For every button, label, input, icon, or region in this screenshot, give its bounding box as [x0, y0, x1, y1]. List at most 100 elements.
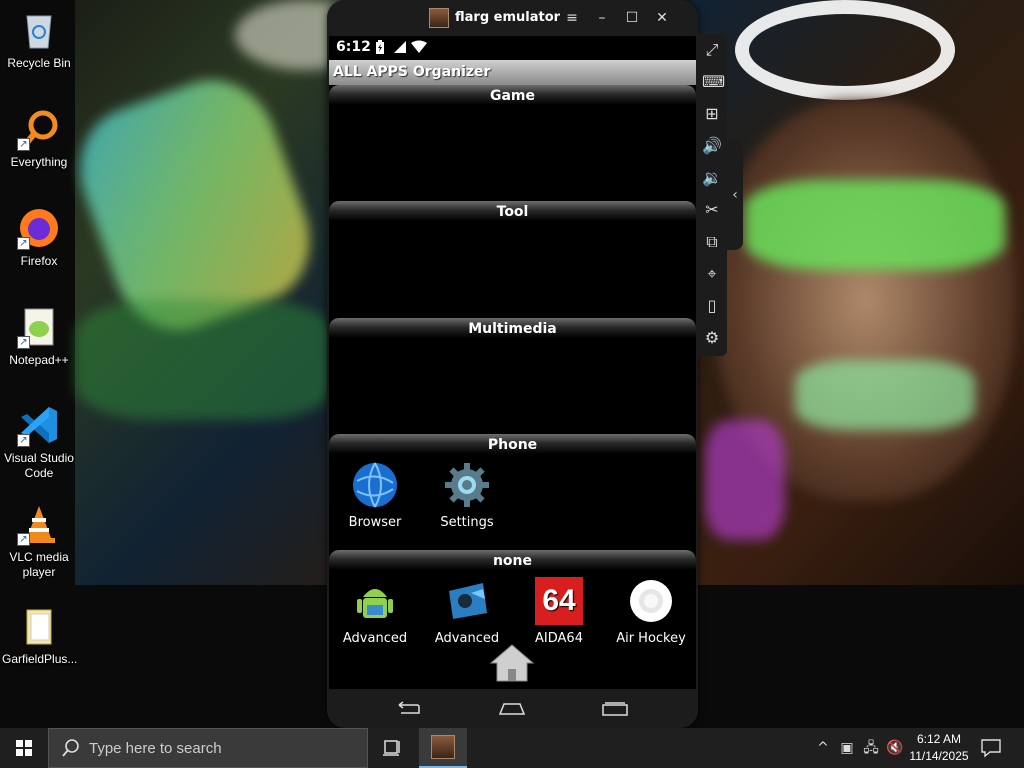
vscode-icon: ↗: [17, 403, 61, 447]
shortcut-arrow-icon: ↗: [17, 237, 30, 250]
desktop-icon-firefox[interactable]: ↗ Firefox: [2, 206, 76, 269]
app-label: Air Hockey: [616, 631, 686, 646]
windows-taskbar: Type here to search ^ ▣ 🖧 🔇 6:12 AM 11/1…: [0, 728, 1024, 768]
emulator-taskbar-icon: [431, 735, 455, 759]
taskbar-emulator-app[interactable]: [419, 728, 467, 768]
desktop-icon-everything[interactable]: ↗ Everything: [2, 107, 76, 170]
task-view-icon: [383, 740, 400, 756]
desktop-icon-label: Visual Studio Code: [4, 451, 74, 480]
cell-signal-icon: [393, 40, 407, 54]
desktop-icon-label: Notepad++: [9, 353, 69, 367]
aida64-icon: 64: [535, 577, 583, 625]
shortcut-arrow-icon: ↗: [17, 336, 30, 349]
category-game: Game: [329, 85, 696, 201]
taskbar-search-box[interactable]: Type here to search: [48, 728, 368, 768]
app-advanced-gamepad[interactable]: Advanced: [421, 577, 513, 646]
taskbar-clock[interactable]: 6:12 AM 11/14/2025: [902, 731, 976, 765]
desktop-icon-vscode[interactable]: ↗ Visual Studio Code: [2, 403, 76, 481]
android-status-bar: 6:12: [329, 36, 696, 60]
shortcut-arrow-icon: ↗: [17, 138, 30, 151]
fullscreen-icon[interactable]: ⤢: [702, 40, 722, 60]
gear-icon: [443, 461, 491, 509]
desktop-icon-label: Everything: [10, 155, 68, 169]
desktop-icon-label: VLC media player: [9, 550, 69, 579]
category-phone: Phone Browser Settings: [329, 434, 696, 550]
android-nav-bar: [327, 689, 698, 728]
app-aida64[interactable]: 64 AIDA64: [513, 577, 605, 646]
desktop-icon-vlc[interactable]: ↗ VLC media player: [2, 502, 76, 580]
puck-icon: [627, 577, 675, 625]
app-title: ALL APPS Organizer: [333, 64, 491, 80]
add-window-icon[interactable]: ⧉: [702, 232, 722, 252]
desktop-icon-recycle-bin[interactable]: Recycle Bin: [2, 8, 76, 71]
apk-install-icon[interactable]: ⊞: [702, 104, 722, 124]
category-multimedia: Multimedia: [329, 318, 696, 434]
app-air-hockey[interactable]: Air Hockey: [605, 577, 696, 646]
collapse-chevron-icon[interactable]: ‹: [727, 140, 743, 250]
home-nav-icon[interactable]: [498, 701, 526, 717]
app-label: Settings: [440, 515, 494, 530]
gamepad-icon: [443, 577, 491, 625]
desktop-icon-label: Recycle Bin: [7, 56, 71, 70]
vlc-cone-icon: ↗: [17, 502, 61, 546]
home-icon[interactable]: [489, 643, 535, 683]
wifi-icon: [411, 40, 427, 54]
app-title-bar: ALL APPS Organizer: [329, 60, 696, 85]
app-label: Browser: [348, 515, 402, 530]
app-label: Advanced: [342, 631, 408, 646]
notification-icon[interactable]: [980, 738, 1002, 758]
windows-logo-icon: [16, 740, 32, 756]
aida64-badge: 64: [542, 584, 576, 617]
back-icon[interactable]: [395, 701, 421, 717]
shortcut-arrow-icon: ↗: [17, 434, 30, 447]
category-header[interactable]: Phone: [329, 434, 696, 454]
category-header[interactable]: Multimedia: [329, 318, 696, 338]
app-settings[interactable]: Settings: [421, 461, 513, 530]
globe-icon: [351, 461, 399, 509]
status-time: 6:12: [336, 39, 371, 55]
category-header[interactable]: Tool: [329, 201, 696, 221]
category-header[interactable]: none: [329, 550, 696, 570]
search-icon: [61, 738, 81, 762]
network-icon[interactable]: 🖧: [862, 739, 880, 757]
desktop-icon-garfieldplus[interactable]: GarfieldPlus...: [2, 604, 77, 667]
emulator-window[interactable]: flarg emulator ≡ – ☐ ✕ 6:12 ALL APPS Org…: [327, 0, 698, 728]
volume-up-icon[interactable]: 🔊: [702, 136, 722, 156]
app-browser[interactable]: Browser: [329, 461, 421, 530]
settings-gear-icon[interactable]: ⚙: [702, 328, 722, 348]
app-advanced-android[interactable]: Advanced: [329, 577, 421, 646]
desktop-icon-label: Firefox: [20, 254, 58, 268]
emulator-side-toolbar: ⤢ ⌨ ⊞ 🔊 🔉 ✂ ⧉ ⌖ ▯ ⚙: [697, 34, 727, 356]
location-icon[interactable]: ⌖: [702, 264, 722, 284]
close-icon[interactable]: ✕: [651, 8, 673, 28]
start-button[interactable]: [0, 728, 48, 768]
emulator-titlebar[interactable]: flarg emulator ≡ – ☐ ✕: [327, 0, 698, 36]
android-screen[interactable]: 6:12 ALL APPS Organizer Game Tool Multim…: [329, 36, 696, 689]
category-tool: Tool: [329, 201, 696, 317]
maximize-icon[interactable]: ☐: [621, 8, 643, 28]
folder-icon: [17, 604, 61, 648]
minimize-icon[interactable]: –: [591, 8, 613, 28]
clock-time: 6:12 AM: [916, 732, 962, 746]
clock-date: 11/14/2025: [909, 749, 969, 763]
emulator-title: flarg emulator: [455, 10, 561, 25]
shortcut-arrow-icon: ↗: [17, 533, 30, 546]
keyboard-icon[interactable]: ⌨: [702, 72, 725, 92]
emulator-app-icon: [429, 8, 449, 28]
battery-charging-icon: [375, 40, 389, 54]
firefox-icon: ↗: [17, 206, 61, 250]
everything-search-icon: ↗: [17, 107, 61, 151]
menu-icon[interactable]: ≡: [561, 8, 583, 28]
shake-icon[interactable]: ▯: [702, 296, 722, 316]
search-placeholder: Type here to search: [89, 740, 222, 757]
volume-down-icon[interactable]: 🔉: [702, 168, 722, 188]
notepadpp-icon: ↗: [17, 305, 61, 349]
desktop-icon-notepadpp[interactable]: ↗ Notepad++: [2, 305, 76, 368]
security-icon[interactable]: ▣: [838, 739, 856, 757]
android-icon: [351, 577, 399, 625]
screenshot-scissors-icon[interactable]: ✂: [702, 200, 722, 220]
category-header[interactable]: Game: [329, 85, 696, 105]
recent-apps-icon[interactable]: [601, 701, 629, 717]
task-view-button[interactable]: [372, 728, 412, 768]
show-hidden-icons-chevron-icon[interactable]: ^: [814, 739, 832, 757]
